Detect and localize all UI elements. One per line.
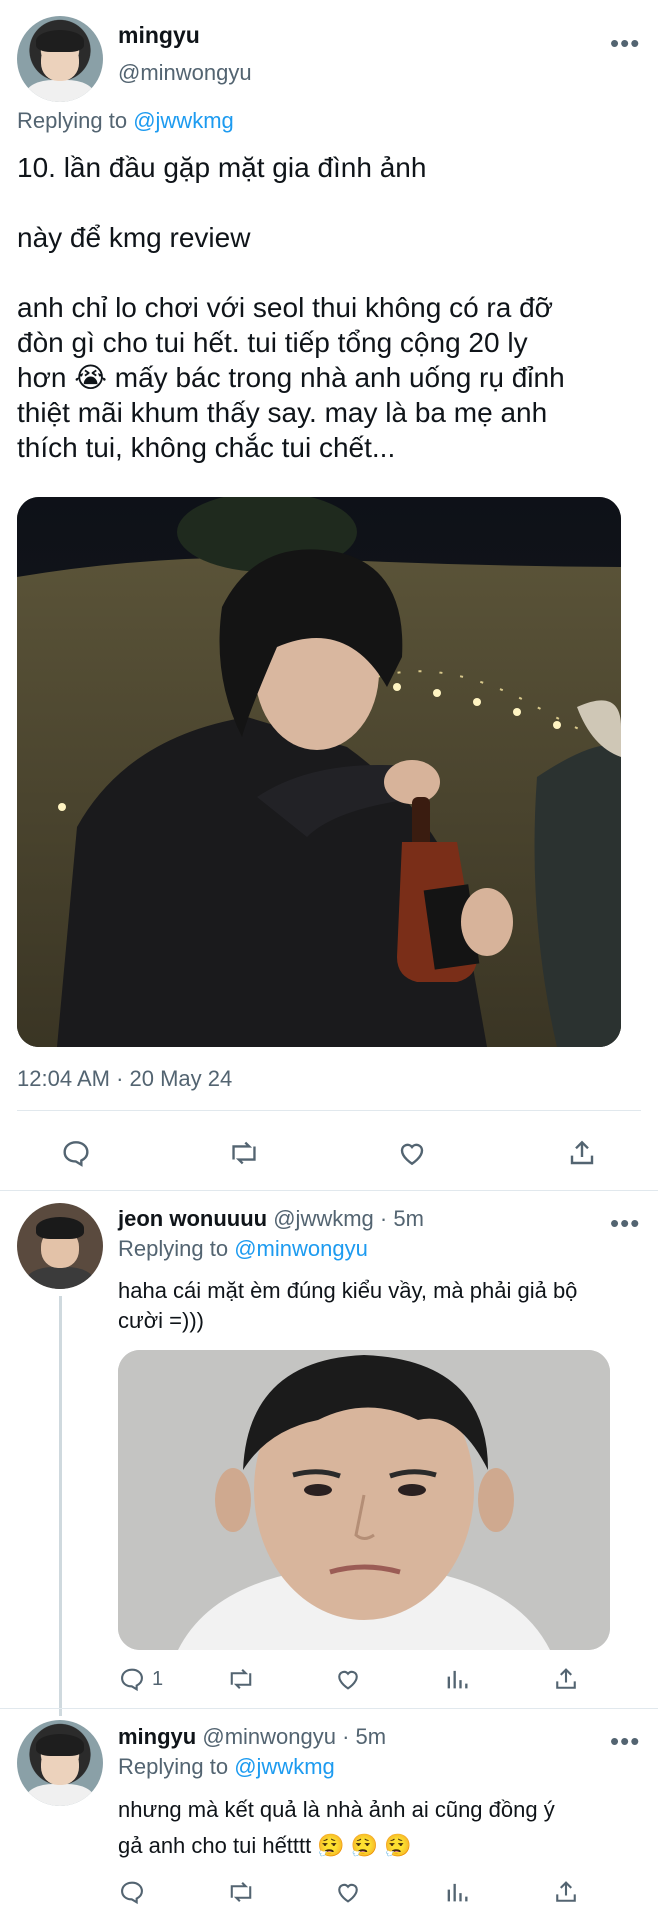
author-name[interactable]: jeon wonuuuu — [118, 1206, 267, 1231]
tweet-line: thích tui, không chắc tui chết... — [17, 432, 396, 463]
author-handle[interactable]: @minwongyu — [118, 60, 252, 86]
reply-time[interactable]: · 5m — [342, 1724, 386, 1749]
replying-prefix: Replying to — [118, 1236, 229, 1261]
tweet-line: hơn 😭 mấy bác trong nhà anh uống rụ đỉnh — [17, 362, 565, 393]
retweet-icon[interactable] — [226, 1878, 256, 1906]
replying-to-link[interactable]: @jwwkmg — [133, 108, 234, 133]
reply-icon[interactable] — [60, 1137, 92, 1169]
reply-icon[interactable] — [118, 1878, 146, 1906]
section-separator — [0, 1190, 658, 1191]
tweet-photo[interactable] — [17, 497, 621, 1047]
avatar[interactable] — [17, 1203, 103, 1289]
tweet-line: 10. lần đầu gặp mặt gia đình ảnh — [17, 152, 427, 183]
replying-to-link[interactable]: @jwwkmg — [234, 1754, 335, 1779]
share-icon[interactable] — [566, 1137, 598, 1169]
avatar[interactable] — [17, 1720, 103, 1806]
author-name[interactable]: mingyu — [118, 22, 200, 49]
divider — [17, 1110, 641, 1111]
more-options-icon[interactable]: ••• — [610, 1726, 640, 1757]
section-separator — [0, 1708, 658, 1709]
retweet-icon[interactable] — [226, 1665, 256, 1693]
reply-line: cười =))) — [118, 1308, 204, 1333]
replying-prefix: Replying to — [17, 108, 128, 133]
reply-time[interactable]: · 5m — [380, 1206, 424, 1231]
reply-count: 1 — [152, 1668, 164, 1690]
replying-prefix: Replying to — [118, 1754, 229, 1779]
analytics-icon[interactable] — [443, 1665, 471, 1693]
reply-icon[interactable] — [118, 1665, 146, 1693]
retweet-icon[interactable] — [227, 1137, 261, 1169]
reply-line: gả anh cho tui hếtttt 😮‍💨 😮‍💨 😮‍💨 — [118, 1833, 412, 1858]
reply-header: mingyu @minwongyu · 5m — [118, 1724, 386, 1750]
tweet-line: thiệt mãi khum thấy say. may là ba mẹ an… — [17, 397, 548, 428]
replying-to-link[interactable]: @minwongyu — [234, 1236, 368, 1261]
reply-line: haha cái mặt èm đúng kiểu vầy, mà phải g… — [118, 1278, 578, 1303]
reply-photo[interactable] — [118, 1350, 610, 1650]
reply-text: haha cái mặt èm đúng kiểu vầy, mà phải g… — [118, 1276, 638, 1336]
reply-text: nhưng mà kết quả là nhà ảnh ai cũng đồng… — [118, 1792, 638, 1864]
replying-to: Replying to @jwwkmg — [17, 108, 234, 134]
tweet-line: đòn gì cho tui hết. tui tiếp tổng cộng 2… — [17, 327, 528, 358]
more-options-icon[interactable]: ••• — [610, 28, 640, 59]
timestamp[interactable]: 12:04 AM · 20 May 24 — [17, 1066, 232, 1092]
author-handle[interactable]: @minwongyu — [202, 1724, 336, 1749]
reply-header: jeon wonuuuu @jwwkmg · 5m — [118, 1206, 424, 1232]
reply-line: nhưng mà kết quả là nhà ảnh ai cũng đồng… — [118, 1797, 555, 1822]
author-handle[interactable]: @jwwkmg — [273, 1206, 374, 1231]
like-icon[interactable] — [334, 1665, 362, 1693]
analytics-icon[interactable] — [443, 1878, 471, 1906]
replying-to: Replying to @jwwkmg — [118, 1754, 335, 1780]
like-icon[interactable] — [334, 1878, 362, 1906]
replying-to: Replying to @minwongyu — [118, 1236, 368, 1262]
share-icon[interactable] — [552, 1878, 580, 1906]
more-options-icon[interactable]: ••• — [610, 1208, 640, 1239]
tweet-line: anh chỉ lo chơi với seol thui không có r… — [17, 292, 554, 323]
share-icon[interactable] — [552, 1665, 580, 1693]
photo-illustration — [17, 497, 621, 1047]
photo-illustration — [118, 1350, 610, 1650]
like-icon[interactable] — [396, 1137, 428, 1169]
tweet-text: 10. lần đầu gặp mặt gia đình ảnh này để … — [17, 150, 647, 465]
tweet-line: này để kmg review — [17, 222, 251, 253]
avatar[interactable] — [17, 16, 103, 102]
author-name[interactable]: mingyu — [118, 1724, 196, 1749]
thread-line — [59, 1296, 62, 1716]
